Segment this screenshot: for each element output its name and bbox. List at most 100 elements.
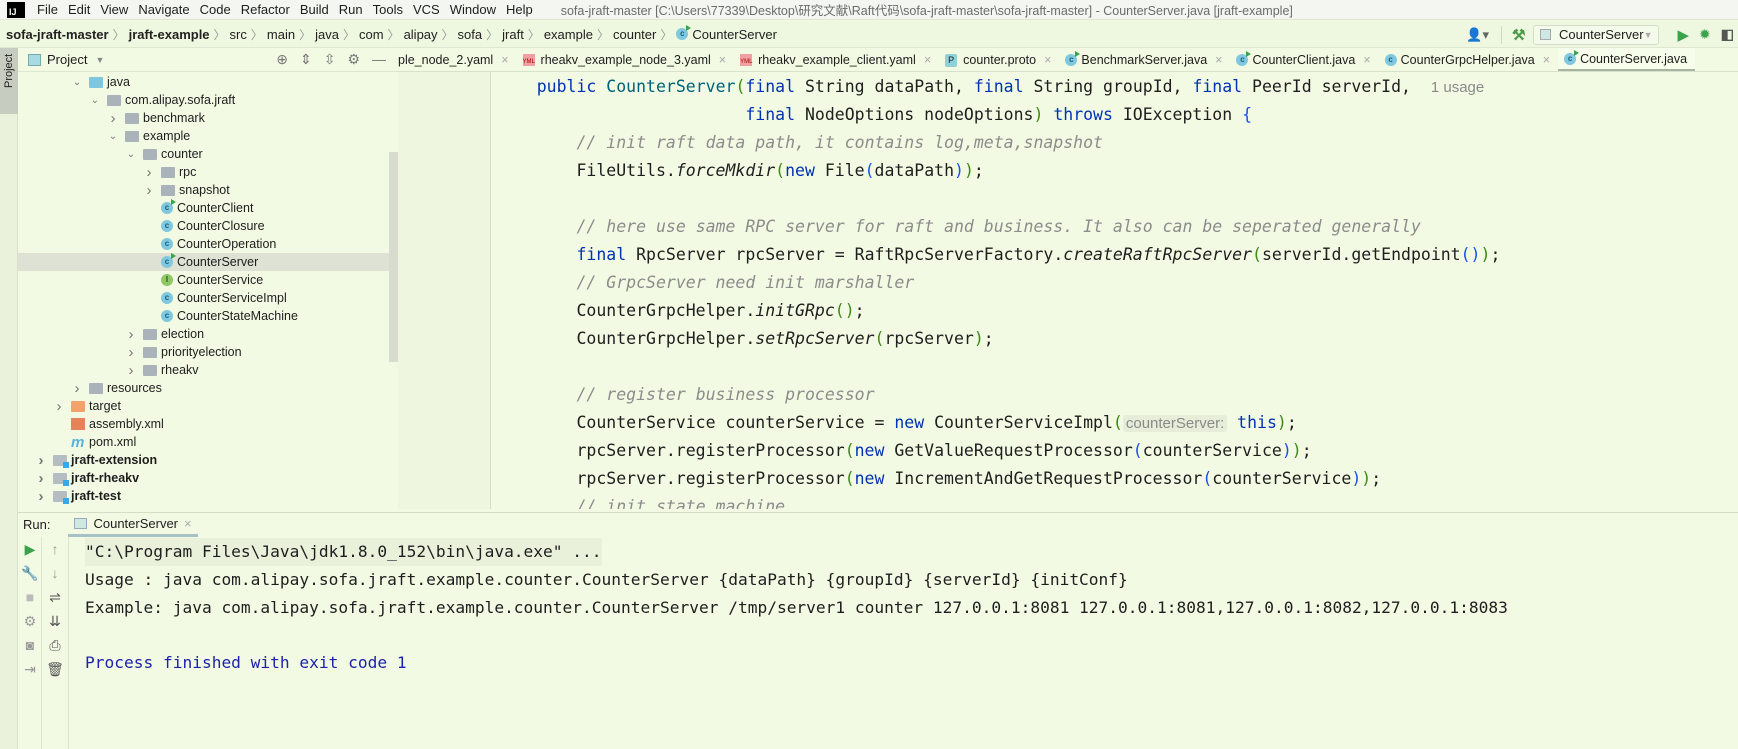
breadcrumb-item[interactable]: alipay: [404, 27, 438, 42]
tab-rheakv-example-client-yaml[interactable]: YML rheakv_example_client.yaml ×: [734, 48, 939, 71]
chevron-right-icon[interactable]: ›: [53, 398, 65, 415]
menu-run[interactable]: Run: [339, 2, 363, 17]
tree-item-target[interactable]: › target: [18, 397, 398, 415]
tree-item-rheakv[interactable]: › rheakv: [18, 361, 398, 379]
tree-item-jraft-test[interactable]: › jraft-test: [18, 487, 398, 505]
debug-icon[interactable]: ✹: [1699, 26, 1711, 43]
menu-file[interactable]: File: [37, 2, 58, 17]
console-output[interactable]: "C:\Program Files\Java\jdk1.8.0_152\bin\…: [85, 538, 1735, 677]
close-tab-icon[interactable]: ×: [501, 53, 508, 67]
breadcrumb-item[interactable]: java: [315, 27, 339, 42]
collapse-all-icon[interactable]: ⇳: [324, 51, 336, 68]
camera-icon[interactable]: ◙: [18, 633, 42, 657]
tab-countergrpchelper-java[interactable]: c CounterGrpcHelper.java ×: [1379, 48, 1558, 71]
usage-hint[interactable]: 1 usage: [1431, 79, 1484, 96]
breadcrumb-item[interactable]: sofa: [458, 27, 483, 42]
chevron-right-icon[interactable]: ›: [35, 470, 47, 487]
chevron-down-icon[interactable]: ▼: [95, 55, 104, 65]
chevron-right-icon[interactable]: ›: [125, 344, 137, 361]
close-icon[interactable]: ×: [184, 516, 192, 531]
chevron-right-icon[interactable]: ›: [35, 488, 47, 505]
menu-help[interactable]: Help: [506, 2, 533, 17]
menu-view[interactable]: View: [100, 2, 128, 17]
close-tab-icon[interactable]: ×: [1363, 53, 1370, 67]
run-configuration-select[interactable]: CounterServer ▼: [1533, 24, 1660, 45]
breadcrumb-item[interactable]: com: [359, 27, 384, 42]
project-scrollbar[interactable]: [389, 152, 398, 362]
menu-navigate[interactable]: Navigate: [138, 2, 189, 17]
chevron-right-icon[interactable]: ›: [143, 164, 155, 181]
hide-panel-icon[interactable]: —: [372, 51, 386, 68]
tab-counter-proto[interactable]: Pcounter.proto ×: [939, 48, 1059, 71]
soft-wrap-icon[interactable]: ⇌: [43, 585, 67, 609]
code-editor[interactable]: 48@ public CounterServer(final String da…: [497, 73, 1738, 509]
menu-refactor[interactable]: Refactor: [241, 2, 290, 17]
arrow-down-icon[interactable]: ↓: [43, 561, 67, 585]
tree-item-jraft-rheakv[interactable]: › jraft-rheakv: [18, 469, 398, 487]
tree-item-assembly-xml[interactable]: assembly.xml: [18, 415, 398, 433]
project-view-select[interactable]: Project: [47, 52, 87, 67]
tree-item-resources[interactable]: › resources: [18, 379, 398, 397]
chevron-right-icon[interactable]: ›: [143, 182, 155, 199]
scroll-to-end-icon[interactable]: ⇊: [43, 609, 67, 633]
breadcrumb-item[interactable]: sofa-jraft-master: [6, 27, 109, 42]
tab-counterclient-java[interactable]: c CounterClient.java ×: [1230, 48, 1378, 71]
close-tab-icon[interactable]: ×: [719, 53, 726, 67]
tree-item-rpc[interactable]: › rpc: [18, 163, 398, 181]
tab-rheakv-example-node-3-yaml[interactable]: YML rheakv_example_node_3.yaml ×: [517, 48, 735, 71]
project-side-tab[interactable]: Project: [0, 48, 18, 114]
menu-vcs[interactable]: VCS: [413, 2, 440, 17]
chevron-down-icon[interactable]: ⌄: [89, 95, 101, 106]
tree-item-example[interactable]: ⌄ example: [18, 127, 398, 145]
menu-edit[interactable]: Edit: [68, 2, 90, 17]
menu-code[interactable]: Code: [200, 2, 231, 17]
chevron-right-icon[interactable]: ›: [107, 110, 119, 127]
breadcrumb-item[interactable]: example: [544, 27, 593, 42]
breadcrumb-item[interactable]: counter: [613, 27, 656, 42]
chevron-down-icon[interactable]: ⌄: [71, 77, 83, 88]
tree-item-benchmark[interactable]: › benchmark: [18, 109, 398, 127]
breadcrumb-item[interactable]: main: [267, 27, 295, 42]
close-tab-icon[interactable]: ×: [1215, 53, 1222, 67]
wrench-icon[interactable]: 🔧: [18, 561, 42, 585]
exit-icon[interactable]: ⇥: [18, 657, 42, 681]
tree-item-counterclient[interactable]: c CounterClient: [18, 199, 398, 217]
rerun-icon[interactable]: ▶: [18, 537, 42, 561]
restore-layout-icon[interactable]: ⚙: [18, 609, 42, 633]
tree-item-counteroperation[interactable]: c CounterOperation: [18, 235, 398, 253]
close-tab-icon[interactable]: ×: [1543, 53, 1550, 67]
tree-item-java[interactable]: ⌄ java: [18, 73, 398, 91]
chevron-right-icon[interactable]: ›: [71, 380, 83, 397]
tree-item-counterserver[interactable]: c CounterServer: [18, 253, 398, 271]
chevron-right-icon[interactable]: ›: [125, 326, 137, 343]
tree-item-counterstatemachine[interactable]: c CounterStateMachine: [18, 307, 398, 325]
stop-icon[interactable]: ■: [18, 585, 42, 609]
tree-item-com-alipay-sofa-jraft[interactable]: ⌄ com.alipay.sofa.jraft: [18, 91, 398, 109]
settings-gear-icon[interactable]: ⚙: [347, 51, 360, 68]
tree-item-counterservice[interactable]: I CounterService: [18, 271, 398, 289]
menu-window[interactable]: Window: [450, 2, 496, 17]
tree-item-priorityelection[interactable]: › priorityelection: [18, 343, 398, 361]
tree-item-election[interactable]: › election: [18, 325, 398, 343]
chevron-down-icon[interactable]: ⌄: [125, 149, 137, 160]
chevron-down-icon[interactable]: ⌄: [107, 131, 119, 142]
tab-ple-node-2-yaml[interactable]: ple_node_2.yaml ×: [398, 48, 517, 71]
run-icon[interactable]: ▶: [1677, 26, 1689, 44]
breadcrumb-item[interactable]: jraft: [502, 27, 524, 42]
tree-item-jraft-extension[interactable]: › jraft-extension: [18, 451, 398, 469]
tree-item-snapshot[interactable]: › snapshot: [18, 181, 398, 199]
close-tab-icon[interactable]: ×: [924, 53, 931, 67]
breadcrumb-item[interactable]: c CounterServer: [676, 25, 777, 42]
tree-item-counterclosure[interactable]: c CounterClosure: [18, 217, 398, 235]
arrow-up-icon[interactable]: ↑: [43, 537, 67, 561]
tree-item-counterserviceimpl[interactable]: c CounterServiceImpl: [18, 289, 398, 307]
expand-all-icon[interactable]: ⇕: [300, 51, 312, 68]
menu-build[interactable]: Build: [300, 2, 329, 17]
menu-tools[interactable]: Tools: [373, 2, 403, 17]
print-icon[interactable]: ⎙: [43, 633, 67, 657]
tab-benchmarkserver-java[interactable]: c BenchmarkServer.java ×: [1059, 48, 1230, 71]
chevron-right-icon[interactable]: ›: [125, 362, 137, 379]
tree-item-pom-xml[interactable]: m pom.xml: [18, 433, 398, 451]
vcs-user-icon[interactable]: 👤▾: [1466, 27, 1489, 43]
chevron-right-icon[interactable]: ›: [35, 452, 47, 469]
